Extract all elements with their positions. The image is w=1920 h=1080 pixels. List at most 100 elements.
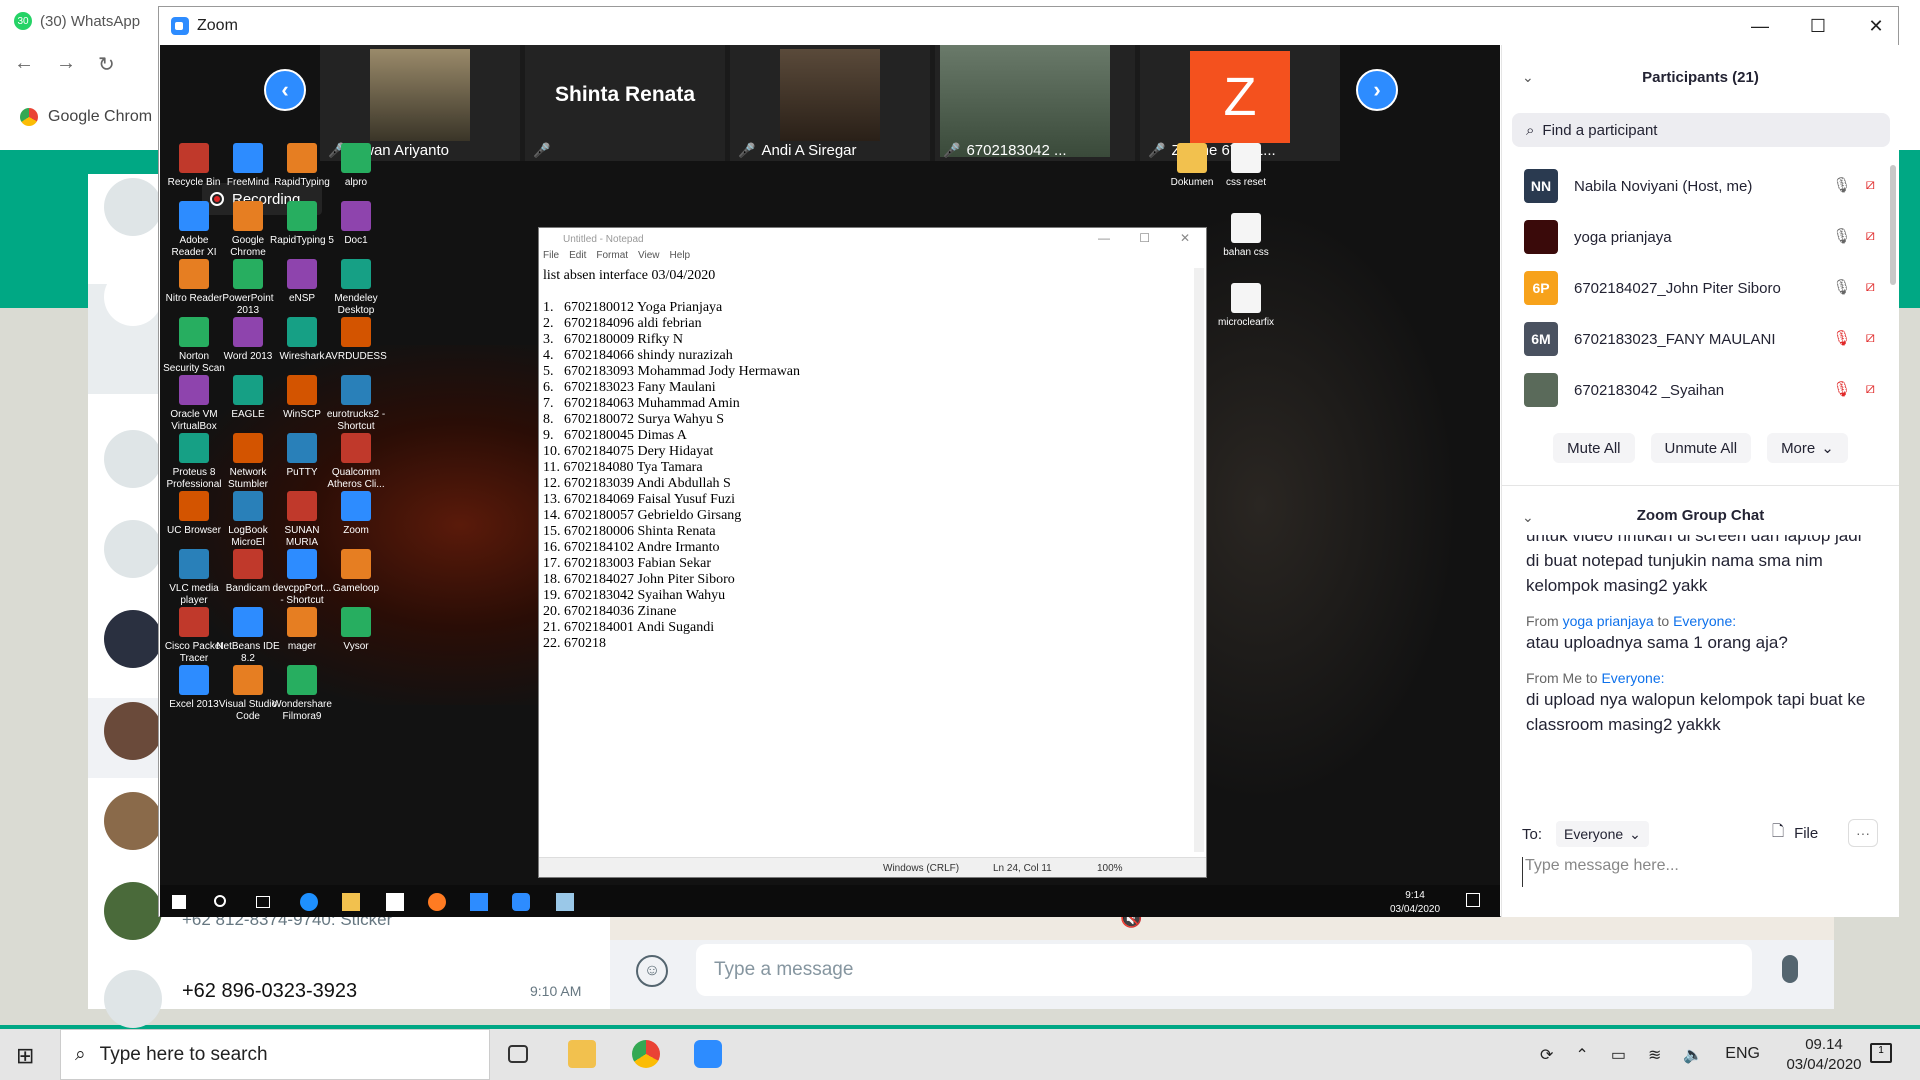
bookmark-link[interactable]: Google Chrom (48, 108, 152, 126)
minimize-button[interactable]: — (1737, 11, 1783, 41)
desktop-icon-label: bahan css (1223, 247, 1269, 258)
desktop-icon[interactable]: Qualcomm Atheros Cli... (324, 433, 388, 491)
app-icon (287, 143, 317, 173)
notification-icon[interactable]: 1 (1870, 1043, 1892, 1063)
participant-row[interactable]: yoga prianjaya 🎙 ⧄ (1502, 212, 1899, 262)
muted-mic-icon[interactable]: 🎙 (1832, 329, 1851, 347)
emoji-icon[interactable]: ☺ (636, 955, 668, 987)
avatar[interactable] (104, 702, 162, 760)
avatar[interactable] (104, 520, 162, 578)
desktop-icon[interactable]: Mendeley Desktop (324, 259, 388, 317)
desktop-icon[interactable]: bahan css (1214, 213, 1278, 259)
muted-mic-icon[interactable]: 🎙 (1832, 380, 1851, 398)
participant-row[interactable]: 6P 6702184027_John Piter Siboro 🎙 ⧄ (1502, 263, 1899, 313)
desktop-icon[interactable]: alpro (324, 143, 388, 189)
chat-meta: From yoga prianjaya to Everyone: (1526, 612, 1876, 630)
desktop-icon[interactable]: AVRDUDESS (324, 317, 388, 363)
close-button[interactable]: ✕ (1853, 11, 1899, 41)
forward-icon[interactable]: → (56, 52, 76, 77)
maximize-button[interactable]: ☐ (1795, 11, 1841, 41)
notepad-text[interactable]: list absen interface 03/04/2020 1. 67021… (543, 268, 1183, 852)
participant-row[interactable]: 6M 6702183023_FANY MAULANI 🎙 ⧄ (1502, 314, 1899, 364)
browser-tab[interactable]: 30 (30) WhatsApp (14, 6, 164, 36)
taskbar-search[interactable]: ⌕ Type here to search (60, 1029, 490, 1080)
status-zoom: 100% (1097, 863, 1123, 874)
chat-name[interactable]: +62 896-0323-3923 (182, 980, 357, 1003)
maximize-button[interactable]: ☐ (1139, 231, 1150, 245)
video-off-icon[interactable]: ⧄ (1865, 380, 1875, 398)
notepad-title-bar: Untitled - Notepad — ☐ ✕ (539, 228, 1206, 250)
video-off-icon[interactable]: ⧄ (1865, 176, 1875, 194)
mic-icon[interactable]: 🎙 (1832, 227, 1851, 245)
chat-target[interactable]: Everyone: (1673, 613, 1736, 629)
desktop-icon[interactable]: css reset (1214, 143, 1278, 189)
more-button[interactable]: More ⌄ (1767, 433, 1848, 463)
avatar[interactable] (104, 970, 162, 1028)
desktop-icon-label: Vysor (343, 641, 369, 652)
menu-file[interactable]: File (543, 250, 559, 266)
taskbar-clock[interactable]: 09.14 03/04/2020 (1784, 1035, 1864, 1075)
task-view-icon[interactable] (508, 1045, 528, 1063)
avatar[interactable] (104, 178, 162, 236)
microphone-icon[interactable] (1782, 955, 1798, 983)
meta-to: to (1657, 613, 1670, 629)
participant-search[interactable]: ⌕ Find a participant (1512, 113, 1890, 147)
desktop-icon[interactable]: Doc1 (324, 201, 388, 247)
video-tile[interactable]: 🎤 6702183042 ... (935, 45, 1135, 161)
message-input[interactable]: Type a message (696, 944, 1752, 996)
reload-icon[interactable]: ↻ (98, 52, 115, 77)
video-tile[interactable]: Shinta Renata 🎤 (525, 45, 725, 161)
battery-icon[interactable]: ▭ (1611, 1045, 1626, 1065)
participant-status: 🎙 ⧄ (1832, 329, 1875, 347)
avatar[interactable] (104, 792, 162, 850)
wifi-icon[interactable]: ≋ (1648, 1045, 1661, 1065)
bell-off-icon[interactable] (104, 268, 162, 326)
back-icon[interactable]: ← (14, 52, 34, 77)
desktop-icon[interactable]: eurotrucks2 - Shortcut (324, 375, 388, 433)
desktop-icon[interactable]: Wondershare Filmora9 (270, 665, 334, 723)
language-indicator[interactable]: ENG (1725, 1045, 1760, 1065)
avatar[interactable] (104, 430, 162, 488)
windows-start-icon[interactable]: ⊞ (16, 1043, 34, 1069)
meta-from: From Me to (1526, 670, 1598, 686)
desktop-icon[interactable]: Vysor (324, 607, 388, 653)
menu-help[interactable]: Help (670, 250, 691, 266)
mic-icon[interactable]: 🎙 (1832, 176, 1851, 194)
video-off-icon[interactable]: ⧄ (1865, 227, 1875, 245)
desktop-icon[interactable]: Zoom (324, 491, 388, 537)
volume-icon[interactable]: 🔈 (1683, 1045, 1703, 1065)
desktop-icon[interactable]: Gameloop (324, 549, 388, 595)
more-options-button[interactable]: ··· (1848, 819, 1878, 847)
recipient-select[interactable]: Everyone ⌄ (1556, 821, 1649, 847)
participant-row[interactable]: NN Nabila Noviyani (Host, me) 🎙 ⧄ (1502, 161, 1899, 211)
scrollbar[interactable] (1194, 268, 1204, 852)
menu-edit[interactable]: Edit (569, 250, 586, 266)
chat-target[interactable]: Everyone: (1601, 670, 1664, 686)
update-icon[interactable]: ⟳ (1540, 1045, 1553, 1065)
participant-row[interactable]: 6702183042 _Syaihan 🎙 ⧄ (1502, 365, 1899, 415)
video-off-icon[interactable]: ⧄ (1865, 278, 1875, 296)
video-tile[interactable]: 🎤 Andi A Siregar (730, 45, 930, 161)
zoom-icon[interactable] (694, 1040, 722, 1068)
desktop-icon-label: Wondershare Filmora9 (272, 699, 332, 722)
mic-icon[interactable]: 🎙 (1832, 278, 1851, 296)
video-off-icon[interactable]: ⧄ (1865, 329, 1875, 347)
participant-name: 6702183042 _Syaihan (1574, 382, 1725, 399)
chrome-icon[interactable] (632, 1040, 660, 1068)
close-button[interactable]: ✕ (1180, 231, 1190, 245)
desktop-icon[interactable]: microclearfix (1214, 283, 1278, 329)
app-icon (233, 607, 263, 637)
app-icon (179, 375, 209, 405)
chevron-up-icon[interactable]: ⌃ (1575, 1045, 1588, 1065)
menu-format[interactable]: Format (596, 250, 628, 266)
menu-view[interactable]: View (638, 250, 660, 266)
mute-all-button[interactable]: Mute All (1553, 433, 1635, 463)
file-explorer-icon[interactable] (568, 1040, 596, 1068)
minimize-button[interactable]: — (1098, 231, 1110, 245)
chat-sender[interactable]: yoga prianjaya (1563, 613, 1654, 629)
chat-input[interactable]: Type message here... (1522, 857, 1880, 887)
avatar[interactable] (104, 610, 162, 668)
file-button[interactable]: 🗋 File (1772, 821, 1818, 846)
avatar[interactable] (104, 882, 162, 940)
unmute-all-button[interactable]: Unmute All (1650, 433, 1752, 463)
